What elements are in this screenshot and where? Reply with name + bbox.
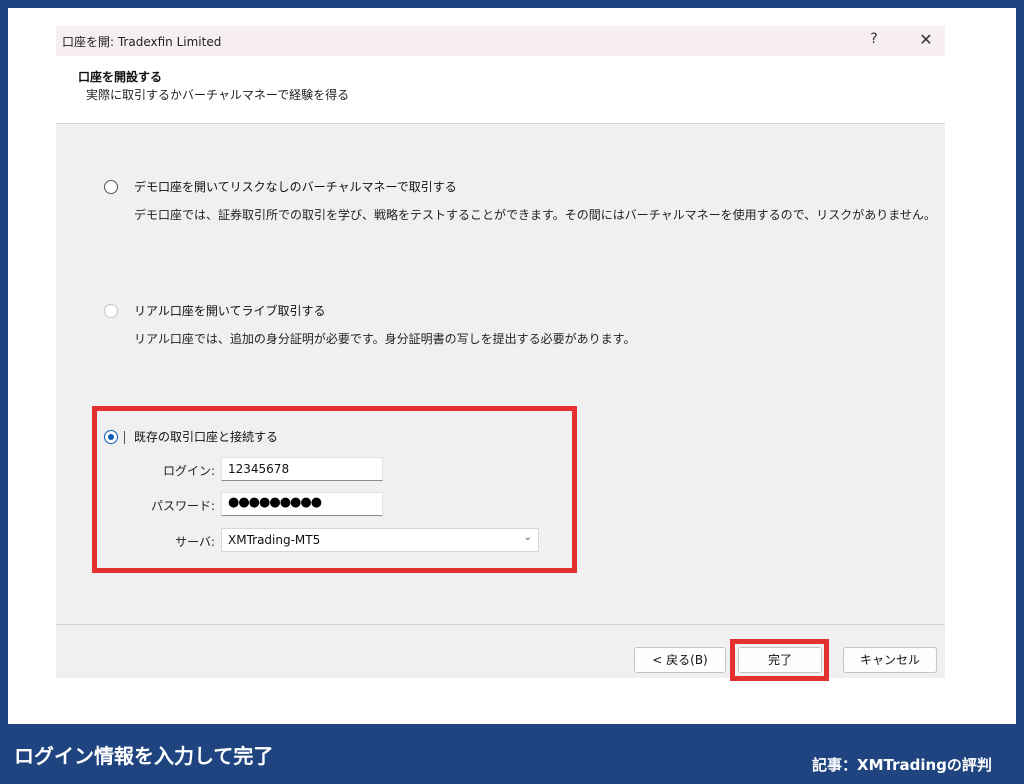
close-icon[interactable]: ✕ [916, 30, 936, 50]
real-account-description: リアル口座では、追加の身分証明が必要です。身分証明書の写しを提出する必要がありま… [134, 332, 636, 346]
demo-account-label: デモ口座を開いてリスクなしのバーチャルマネーで取引する [134, 180, 457, 194]
highlight-box-finish [730, 639, 829, 681]
wizard-header: 口座を開設する 実際に取引するかバーチャルマネーで経験を得る [56, 56, 945, 124]
title-bar: 口座を開: Tradexfin Limited ? ✕ [56, 26, 945, 56]
cancel-button[interactable]: キャンセル [843, 647, 937, 673]
header-title: 口座を開設する [78, 70, 163, 84]
back-button[interactable]: < 戻る(B) [634, 647, 726, 673]
highlight-box-existing-account [92, 406, 577, 573]
help-button[interactable]: ? [864, 31, 884, 51]
demo-account-description: デモ口座では、証券取引所での取引を学び、戦略をテストすることができます。その間に… [134, 208, 936, 222]
real-account-radio[interactable] [104, 304, 118, 318]
header-subtitle: 実際に取引するかバーチャルマネーで経験を得る [86, 88, 350, 102]
caption-text: ログイン情報を入力して完了 [14, 744, 274, 768]
real-account-label: リアル口座を開いてライブ取引する [134, 304, 326, 318]
dialog-title: 口座を開: Tradexfin Limited [62, 35, 222, 49]
credit-text: 記事：XMTradingの評判 [812, 756, 992, 774]
demo-account-radio[interactable] [104, 180, 118, 194]
open-account-dialog: 口座を開: Tradexfin Limited ? ✕ 口座を開設する 実際に取… [56, 26, 945, 678]
